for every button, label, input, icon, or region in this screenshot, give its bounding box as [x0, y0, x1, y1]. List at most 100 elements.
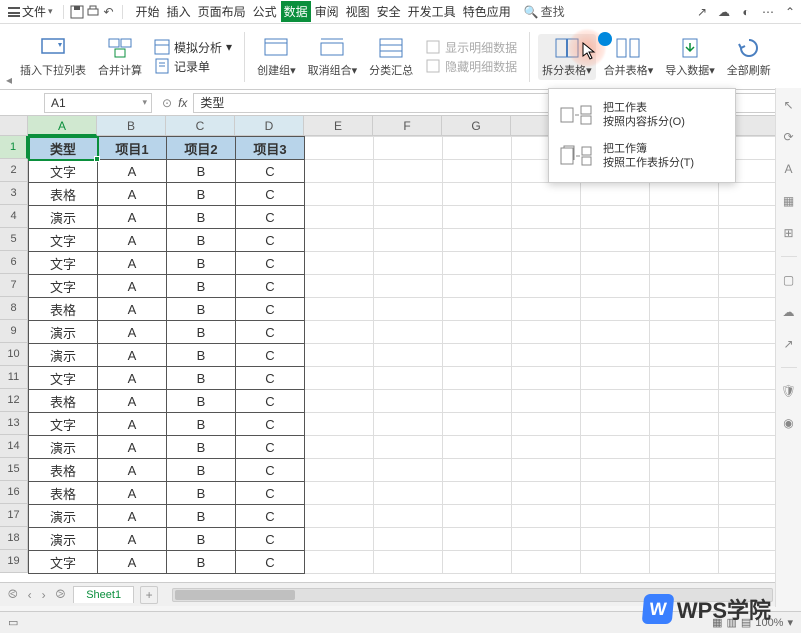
cell[interactable]: B	[167, 160, 236, 183]
split-by-content-item[interactable]: 把工作表 按照内容拆分(O)	[549, 95, 735, 136]
cell[interactable]	[581, 367, 650, 390]
cell[interactable]	[581, 528, 650, 551]
cell[interactable]	[374, 298, 443, 321]
cell[interactable]: B	[167, 298, 236, 321]
cell[interactable]: 文字	[29, 413, 98, 436]
cell[interactable]	[581, 390, 650, 413]
share-icon[interactable]: ↗	[695, 5, 709, 19]
cell[interactable]	[443, 275, 512, 298]
cell[interactable]	[512, 183, 581, 206]
cell[interactable]	[443, 137, 512, 160]
cell[interactable]: A	[98, 183, 167, 206]
col-header[interactable]: E	[304, 116, 373, 136]
cell[interactable]	[581, 252, 650, 275]
cell[interactable]: 项目1	[98, 137, 167, 160]
cell[interactable]	[650, 229, 719, 252]
cell[interactable]	[305, 482, 374, 505]
row-header[interactable]: 19	[0, 550, 28, 573]
cell[interactable]: C	[236, 413, 305, 436]
cell[interactable]: B	[167, 390, 236, 413]
style-icon[interactable]: A	[780, 160, 798, 178]
cell[interactable]	[374, 206, 443, 229]
tab-开发工具[interactable]: 开发工具	[405, 1, 459, 22]
reload-icon[interactable]: ⟳	[780, 128, 798, 146]
cell[interactable]: 文字	[29, 252, 98, 275]
subtotal-button[interactable]: 分类汇总	[365, 36, 417, 78]
row-header[interactable]: 14	[0, 435, 28, 458]
cell[interactable]: A	[98, 505, 167, 528]
cell[interactable]	[650, 551, 719, 574]
cell[interactable]: B	[167, 252, 236, 275]
cell[interactable]	[305, 459, 374, 482]
cell[interactable]: A	[98, 252, 167, 275]
row-header[interactable]: 6	[0, 251, 28, 274]
cell[interactable]: A	[98, 436, 167, 459]
cell[interactable]	[581, 459, 650, 482]
cell[interactable]: A	[98, 413, 167, 436]
cell[interactable]	[650, 390, 719, 413]
fx-search-icon[interactable]: ⊙	[162, 96, 172, 110]
cell[interactable]	[512, 505, 581, 528]
cell[interactable]: B	[167, 505, 236, 528]
cell[interactable]	[305, 344, 374, 367]
cell[interactable]: C	[236, 505, 305, 528]
row-header[interactable]: 15	[0, 458, 28, 481]
cell[interactable]: 演示	[29, 344, 98, 367]
cell[interactable]	[305, 137, 374, 160]
cell[interactable]: C	[236, 551, 305, 574]
tab-特色应用[interactable]: 特色应用	[460, 1, 514, 22]
cell[interactable]: C	[236, 275, 305, 298]
col-header[interactable]: F	[373, 116, 442, 136]
cell[interactable]: C	[236, 367, 305, 390]
cell[interactable]: 演示	[29, 206, 98, 229]
selection-icon[interactable]: ↖	[780, 96, 798, 114]
cell[interactable]	[443, 344, 512, 367]
cell[interactable]	[305, 206, 374, 229]
cell[interactable]: C	[236, 436, 305, 459]
cell[interactable]: 项目2	[167, 137, 236, 160]
row-header[interactable]: 12	[0, 389, 28, 412]
cell[interactable]: B	[167, 436, 236, 459]
cell[interactable]: B	[167, 183, 236, 206]
cell[interactable]	[374, 528, 443, 551]
cell[interactable]: B	[167, 344, 236, 367]
cell[interactable]	[374, 252, 443, 275]
cell[interactable]	[581, 344, 650, 367]
cell[interactable]: A	[98, 482, 167, 505]
cell[interactable]	[443, 183, 512, 206]
cell[interactable]	[581, 321, 650, 344]
cell[interactable]	[443, 298, 512, 321]
cell[interactable]: A	[98, 551, 167, 574]
fx-label[interactable]: fx	[178, 96, 187, 110]
row-header[interactable]: 9	[0, 320, 28, 343]
tab-视图[interactable]: 视图	[343, 1, 373, 22]
cell[interactable]	[305, 160, 374, 183]
cell[interactable]: C	[236, 344, 305, 367]
cell[interactable]	[305, 275, 374, 298]
status-icon[interactable]: ▭	[8, 616, 18, 629]
cell[interactable]: A	[98, 275, 167, 298]
col-header[interactable]: A	[28, 116, 97, 136]
sheet-nav-next-icon[interactable]: ›	[40, 588, 48, 602]
cell[interactable]	[581, 505, 650, 528]
tab-页面布局[interactable]: 页面布局	[195, 1, 249, 22]
row-header[interactable]: 16	[0, 481, 28, 504]
cell[interactable]	[512, 482, 581, 505]
box-icon[interactable]: ▢	[780, 271, 798, 289]
cell[interactable]	[512, 390, 581, 413]
collapse-icon[interactable]: ⌃	[783, 5, 797, 19]
add-sheet-button[interactable]: +	[140, 586, 158, 604]
cell[interactable]: 演示	[29, 436, 98, 459]
row-header[interactable]: 7	[0, 274, 28, 297]
import-data-button[interactable]: 导入数据▾	[661, 36, 719, 78]
save-icon[interactable]	[70, 5, 84, 19]
cell[interactable]	[512, 413, 581, 436]
cell[interactable]: B	[167, 321, 236, 344]
cell[interactable]: C	[236, 252, 305, 275]
cell[interactable]	[512, 367, 581, 390]
cell[interactable]: 演示	[29, 321, 98, 344]
cell[interactable]	[443, 367, 512, 390]
cell[interactable]	[512, 321, 581, 344]
scrollbar-thumb[interactable]	[175, 590, 295, 600]
cell[interactable]: C	[236, 206, 305, 229]
